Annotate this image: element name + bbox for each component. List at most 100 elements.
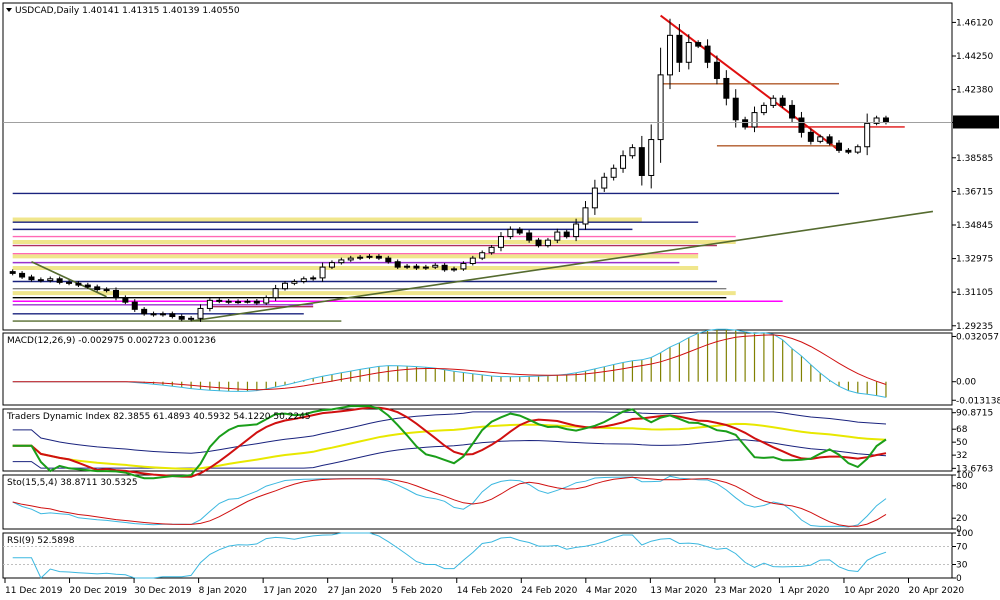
y-tick-label: 1.38585 [956, 154, 993, 164]
candle [47, 278, 54, 282]
candle [573, 223, 580, 238]
candle [864, 122, 871, 148]
candle [836, 142, 843, 151]
candle [225, 300, 232, 303]
candle [526, 232, 533, 241]
x-tick-label: 30 Dec 2019 [134, 586, 192, 596]
candle [366, 255, 373, 258]
candle [723, 77, 730, 99]
candle [516, 228, 523, 234]
candle [347, 257, 354, 261]
candle [282, 282, 289, 290]
candle [253, 300, 260, 304]
candle [141, 308, 148, 315]
candle [713, 61, 720, 79]
y-tick-label: 1.29235 [956, 322, 993, 332]
candle [272, 288, 279, 299]
y-tick-label: 30 [956, 561, 968, 571]
candle [497, 236, 504, 248]
candle [507, 228, 514, 238]
candle [131, 301, 138, 310]
y-tick-label: 1.36715 [956, 187, 993, 197]
candle [704, 45, 711, 63]
chart-window: 1.46120 1.44250 1.42380 1.40550 1.38585 1.367… [0, 0, 1000, 600]
candle [601, 176, 608, 189]
stochastic-title: Sto(15,5,4) 38.8711 30.5325 [7, 478, 138, 488]
candle [413, 265, 420, 269]
candle [300, 278, 307, 282]
y-tick-label: 32 [956, 451, 967, 461]
candle [19, 272, 26, 278]
candle [385, 257, 392, 263]
candle [798, 117, 805, 133]
x-tick-label: 20 Dec 2019 [70, 586, 128, 596]
y-tick-label: 1.44250 [956, 52, 993, 62]
candle [770, 97, 777, 106]
candle [620, 155, 627, 169]
panel-frame-4 [2, 532, 953, 579]
candle [779, 97, 786, 106]
candle [328, 262, 335, 268]
x-axis: 11 Dec 2019 20 Dec 2019 30 Dec 2019 8 Jan 2… [4, 578, 965, 596]
candle [28, 276, 35, 281]
candle [394, 261, 401, 268]
y-tick-label: 68 [956, 425, 968, 435]
x-tick-label: 1 Apr 2020 [779, 586, 829, 596]
x-tick-label: 5 Feb 2020 [392, 586, 443, 596]
candle [760, 104, 767, 114]
y-tick-label: 1.42380 [956, 86, 993, 96]
rsi-title: RSI(9) 52.5898 [7, 536, 75, 546]
candle [732, 97, 739, 121]
candle [479, 252, 486, 259]
y-tick-label: 1.46120 [956, 18, 993, 28]
candle [357, 256, 364, 259]
candle [544, 239, 551, 247]
candle [197, 307, 204, 319]
x-tick-label: 14 Feb 2020 [457, 586, 513, 596]
candle [441, 264, 448, 271]
candle [882, 117, 889, 123]
y-tick-label: 0.032057 [956, 332, 999, 342]
candle [629, 147, 636, 157]
candle [422, 266, 429, 269]
candle [66, 281, 73, 284]
candle [319, 266, 326, 279]
candle [582, 207, 589, 225]
candle [235, 301, 242, 304]
candle [817, 136, 824, 142]
candle [310, 277, 317, 280]
x-tick-label: 11 Dec 2019 [5, 586, 63, 596]
candle [789, 104, 796, 119]
candle [845, 149, 852, 153]
y-tick-label: -0.013138 [956, 396, 1000, 406]
candle [375, 255, 382, 259]
y-tick-label: 50 [956, 438, 968, 448]
y-tick-label: 20 [956, 514, 968, 524]
candle [84, 284, 91, 288]
candle [826, 136, 833, 144]
current-price-label: 1.40550 [956, 118, 993, 128]
candle [854, 146, 861, 153]
candle [535, 239, 542, 247]
y-tick-label: 1.34845 [956, 221, 993, 231]
candle [178, 316, 185, 320]
candle [657, 74, 664, 141]
candle [807, 131, 814, 142]
x-tick-label: 8 Jan 2020 [199, 586, 247, 596]
candle [216, 299, 223, 302]
tdi-title: Traders Dynamic Index 82.3855 61.4893 40… [6, 412, 311, 422]
candle [103, 289, 110, 292]
chart-canvas[interactable]: 1.46120 1.44250 1.42380 1.40550 1.38585 1.367… [0, 0, 1000, 600]
candle [554, 231, 561, 241]
x-tick-label: 4 Mar 2020 [586, 586, 638, 596]
y-tick-label: 1.32975 [956, 255, 993, 265]
candle [56, 278, 63, 283]
candle [338, 259, 345, 264]
candle [488, 246, 495, 254]
y-tick-label: 100 [956, 529, 973, 539]
candle [9, 271, 16, 274]
x-tick-label: 17 Jan 2020 [263, 586, 317, 596]
x-tick-label: 20 Apr 2020 [909, 586, 965, 596]
candle [159, 313, 166, 316]
candle [648, 139, 655, 176]
